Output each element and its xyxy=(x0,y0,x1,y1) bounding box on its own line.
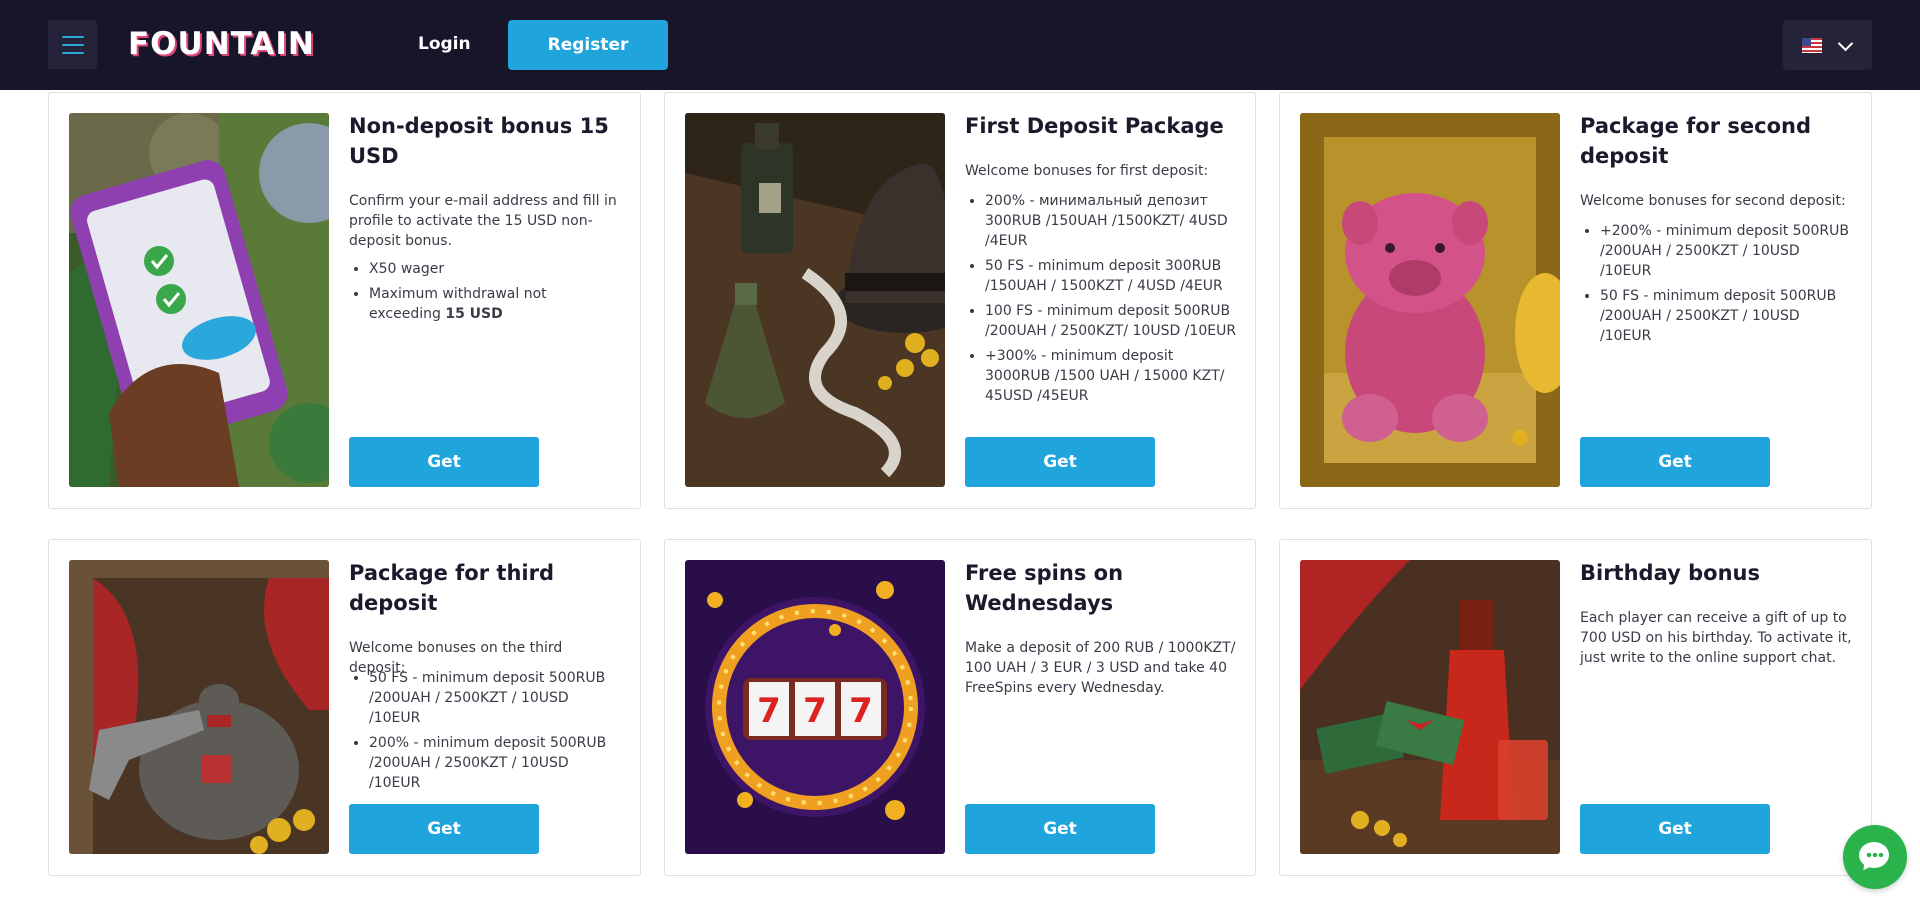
bonus-image-birthday-gift xyxy=(1300,560,1560,854)
get-bonus-button[interactable]: Get xyxy=(349,437,539,487)
support-chat-button[interactable] xyxy=(1843,825,1907,889)
bonus-card-birthday: Birthday bonus Each player can receive a… xyxy=(1279,539,1872,876)
bonus-card-first-deposit: First Deposit Package Welcome bonuses fo… xyxy=(664,92,1256,509)
list-item: +200% - minimum deposit 500RUB /200UAH /… xyxy=(1600,221,1852,281)
menu-icon-line xyxy=(61,51,84,54)
bonus-description: Confirm your e-mail address and fill in … xyxy=(349,193,617,249)
bonus-card-second-deposit: Package for second deposit Welcome bonus… xyxy=(1279,92,1872,509)
bonus-image-money-bag xyxy=(69,560,329,854)
bonus-image-hat-and-bottles xyxy=(685,113,945,487)
menu-icon-line xyxy=(61,43,84,46)
list-item: Maximum withdrawal not exceeding 15 USD xyxy=(369,284,621,324)
bonus-description: Make a deposit of 200 RUB / 1000KZT/ 100… xyxy=(965,640,1236,696)
menu-icon-line xyxy=(61,35,84,38)
bonus-details-list: 50 FS - minimum deposit 500RUB /200UAH /… xyxy=(349,668,621,798)
bonus-details-list: X50 wager Maximum withdrawal not exceedi… xyxy=(349,259,621,329)
bonus-card-third-deposit: Package for third deposit Welcome bonuse… xyxy=(48,539,641,876)
list-item: 50 FS - minimum deposit 500RUB /200UAH /… xyxy=(369,668,621,728)
bonus-title: Birthday bonus xyxy=(1580,561,1760,585)
chat-dots-icon xyxy=(1866,853,1884,857)
bonus-details-list: +200% - minimum deposit 500RUB /200UAH /… xyxy=(1580,221,1852,351)
bonus-title: First Deposit Package xyxy=(965,114,1224,138)
bonus-image-phone-verification xyxy=(69,113,329,487)
bonus-card-no-deposit: Non-deposit bonus 15 USD Confirm your e-… xyxy=(48,92,641,509)
list-item: 200% - minimum deposit 500RUB /200UAH / … xyxy=(369,733,621,793)
bonus-image-slot-machine: 7 7 7 xyxy=(685,560,945,854)
bonus-title: Package for third deposit xyxy=(349,561,554,615)
us-flag-icon xyxy=(1802,38,1822,53)
top-header: FOUNTAIN Login Register xyxy=(0,0,1920,90)
bonus-title: Package for second deposit xyxy=(1580,114,1811,168)
bonus-description: Welcome bonuses for second deposit: xyxy=(1580,193,1846,209)
slot-reel-symbol: 7 xyxy=(757,691,781,731)
language-selector[interactable] xyxy=(1783,20,1872,70)
bonus-description: Each player can receive a gift of up to … xyxy=(1580,610,1852,666)
max-withdrawal-amount: 15 USD xyxy=(445,306,503,322)
bonus-description: Welcome bonuses for first deposit: xyxy=(965,163,1209,179)
bonus-details-list: 200% - минимальный депозит 300RUB /150UA… xyxy=(965,191,1237,411)
site-logo[interactable]: FOUNTAIN xyxy=(128,22,315,66)
register-button[interactable]: Register xyxy=(508,20,668,70)
list-item: 50 FS - minimum deposit 300RUB /150UAH /… xyxy=(985,256,1237,296)
get-bonus-button[interactable]: Get xyxy=(1580,437,1770,487)
get-bonus-button[interactable]: Get xyxy=(349,804,539,854)
get-bonus-button[interactable]: Get xyxy=(965,804,1155,854)
bonus-card-free-spins: 7 7 7 Free spins on Wednesdays Make a de… xyxy=(664,539,1256,876)
bonus-title: Free spins on Wednesdays xyxy=(965,561,1124,615)
hamburger-menu-button[interactable] xyxy=(48,20,97,69)
slot-reel-symbol: 7 xyxy=(803,691,827,731)
list-item: X50 wager xyxy=(369,259,621,279)
list-item: +300% - minimum deposit 3000RUB /1500 UA… xyxy=(985,346,1237,406)
bonus-title: Non-deposit bonus 15 USD xyxy=(349,114,609,168)
bonus-image-teddy-crate xyxy=(1300,113,1560,487)
get-bonus-button[interactable]: Get xyxy=(1580,804,1770,854)
get-bonus-button[interactable]: Get xyxy=(965,437,1155,487)
chevron-down-icon xyxy=(1837,35,1854,52)
list-item: 200% - минимальный депозит 300RUB /150UA… xyxy=(985,191,1237,251)
list-item: 50 FS - minimum deposit 500RUB /200UAH /… xyxy=(1600,286,1852,346)
list-item: 100 FS - minimum deposit 500RUB /200UAH … xyxy=(985,301,1237,341)
slot-reel-symbol: 7 xyxy=(849,691,873,731)
login-link[interactable]: Login xyxy=(418,28,471,60)
